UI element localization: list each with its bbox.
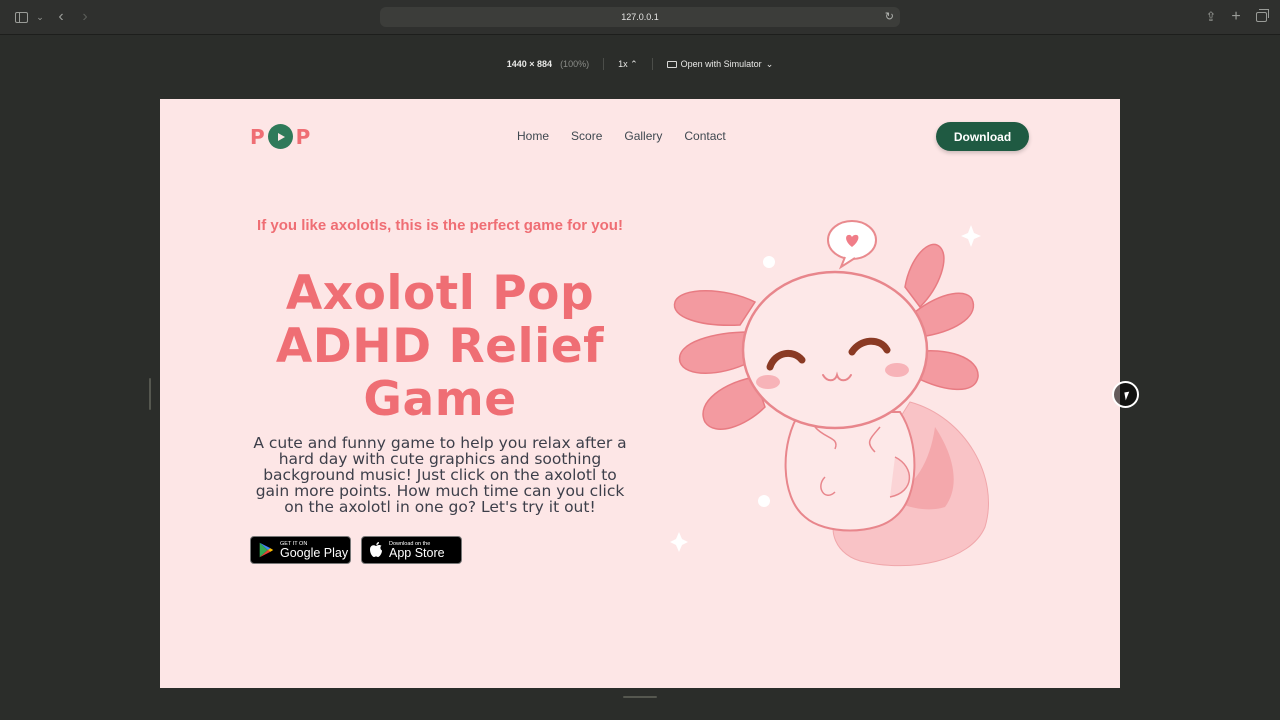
- axolotl-illustration[interactable]: [665, 217, 995, 577]
- apple-icon: [370, 542, 382, 557]
- sparkle-dot: [763, 256, 775, 268]
- nav-score[interactable]: Score: [571, 129, 602, 143]
- divider: [603, 58, 605, 70]
- headline-line: Game: [363, 372, 517, 427]
- nav-gallery[interactable]: Gallery: [624, 129, 662, 143]
- cursor-icon: [1112, 381, 1139, 408]
- url-text: 127.0.0.1: [621, 12, 659, 22]
- resize-handle-left[interactable]: [149, 378, 151, 410]
- hero-tagline: If you like axolotls, this is the perfec…: [257, 217, 623, 234]
- download-button[interactable]: Download: [936, 122, 1029, 151]
- app-store-badge[interactable]: Download on the App Store: [361, 536, 462, 564]
- sparkle-icon: [961, 225, 981, 247]
- google-play-badge[interactable]: GET IT ON Google Play: [250, 536, 351, 564]
- resize-handle-bottom[interactable]: [623, 696, 657, 698]
- scale-selector[interactable]: 1x ⌃: [618, 59, 638, 70]
- nav-contact[interactable]: Contact: [684, 129, 725, 143]
- play-icon: [267, 124, 293, 149]
- headline-line: Axolotl Pop: [285, 266, 595, 321]
- sparkle-icon: [670, 532, 688, 552]
- heart-bubble: [827, 220, 877, 270]
- tab-overview-icon[interactable]: [1252, 9, 1270, 25]
- logo-letter: P: [295, 124, 311, 149]
- hero-headline: Axolotl Pop ADHD Relief Game: [240, 267, 640, 426]
- badge-big-text: Google Play: [280, 545, 349, 560]
- simulator-label: Open with Simulator: [680, 59, 762, 69]
- responsive-design-bar: 1440 × 884 (100%) 1x ⌃ Open with Simulat…: [0, 55, 1280, 73]
- page-viewport: P P Home Score Gallery Contact Download …: [160, 99, 1120, 688]
- back-arrow-icon[interactable]: ‹: [52, 8, 70, 25]
- headline-line: ADHD Relief: [275, 319, 605, 374]
- forward-arrow-icon[interactable]: ›: [76, 8, 94, 25]
- browser-toolbar: ⌄ ‹ › 127.0.0.1 ↻ ⇪ +: [0, 0, 1280, 35]
- share-icon[interactable]: ⇪: [1202, 9, 1220, 25]
- chevron-down-icon: ⌄: [765, 58, 774, 69]
- scale-label: 1x: [618, 58, 628, 69]
- nav-home[interactable]: Home: [517, 129, 549, 143]
- google-play-icon: [259, 542, 274, 558]
- site-logo[interactable]: P P: [250, 124, 310, 149]
- open-simulator-button[interactable]: Open with Simulator ⌄: [666, 58, 774, 70]
- viewport-dimensions: 1440 × 884: [506, 59, 553, 69]
- device-icon: [666, 60, 677, 68]
- reload-icon[interactable]: ↻: [885, 10, 894, 23]
- badge-big-text: App Store: [389, 545, 445, 560]
- sidebar-toggle-icon[interactable]: [12, 9, 30, 25]
- main-nav: Home Score Gallery Contact: [517, 129, 726, 143]
- new-tab-icon[interactable]: +: [1227, 8, 1245, 25]
- hero-description: A cute and funny game to help you relax …: [253, 434, 627, 516]
- address-bar[interactable]: 127.0.0.1 ↻: [380, 7, 900, 27]
- logo-letter: P: [250, 124, 265, 149]
- chevron-down-icon[interactable]: ⌄: [31, 9, 49, 25]
- sparkle-dot: [758, 495, 770, 507]
- zoom-percentage: (100%): [560, 59, 590, 69]
- divider: [651, 58, 653, 70]
